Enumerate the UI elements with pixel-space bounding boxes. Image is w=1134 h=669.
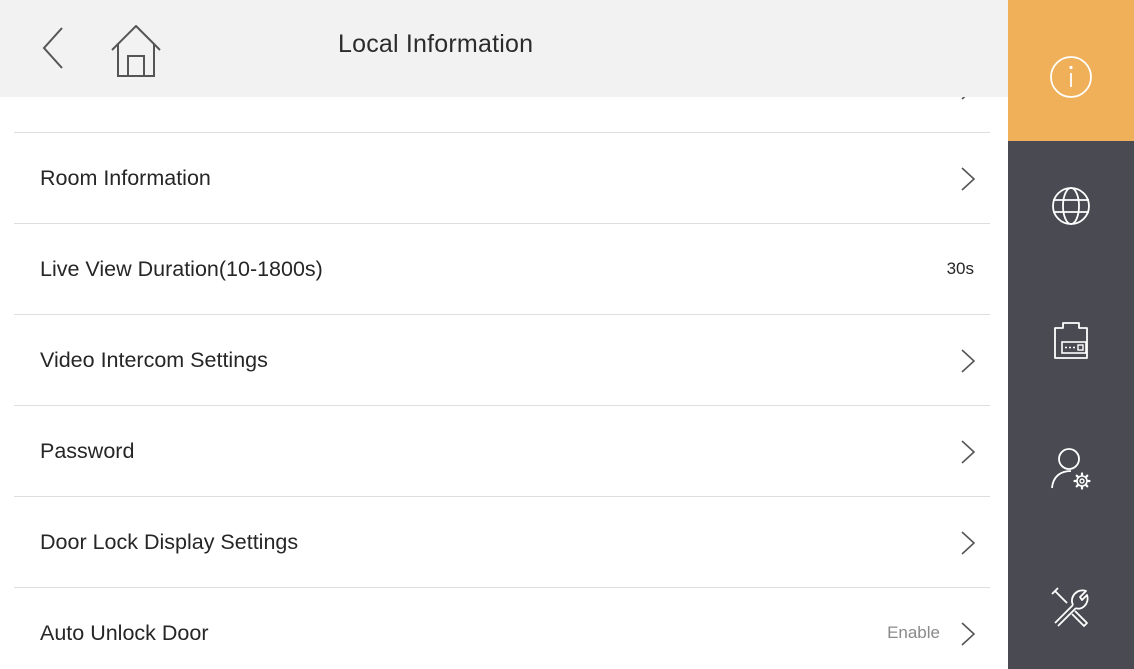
home-button[interactable] bbox=[106, 18, 166, 82]
chevron-right-icon bbox=[961, 622, 976, 646]
list-item-password[interactable]: Password bbox=[14, 406, 990, 497]
sidebar-item-network[interactable] bbox=[1008, 141, 1134, 271]
sidebar-item-device[interactable] bbox=[1008, 271, 1134, 401]
device-icon bbox=[1054, 322, 1088, 359]
back-chevron-icon bbox=[42, 27, 63, 69]
list-item-label: Live View Duration(10-1800s) bbox=[40, 257, 323, 281]
info-icon bbox=[1050, 56, 1092, 98]
chevron-right-icon bbox=[961, 349, 976, 373]
chevron-right-icon bbox=[961, 531, 976, 555]
header-bar: Local Information bbox=[0, 0, 1008, 97]
list-item-auto-unlock-door[interactable]: Auto Unlock Door Enable bbox=[14, 588, 990, 669]
sidebar-item-maintenance[interactable] bbox=[1008, 531, 1134, 669]
home-icon bbox=[111, 25, 161, 77]
list-item-label: Auto Unlock Door bbox=[40, 621, 209, 645]
list-item-room-information[interactable]: Room Information bbox=[14, 133, 990, 224]
user-settings-icon bbox=[1051, 448, 1091, 490]
back-button[interactable] bbox=[34, 22, 80, 74]
main-content: Room Information Live View Duration(10-1… bbox=[0, 0, 1008, 669]
list-item-label: Video Intercom Settings bbox=[40, 348, 268, 372]
globe-icon bbox=[1052, 187, 1090, 225]
sidebar-item-user-settings[interactable] bbox=[1008, 401, 1134, 531]
live-view-duration-value: 30s bbox=[946, 259, 974, 278]
app-window: Room Information Live View Duration(10-1… bbox=[0, 0, 1134, 669]
tools-icon bbox=[1051, 587, 1089, 627]
auto-unlock-door-value: Enable bbox=[887, 623, 940, 642]
chevron-right-icon bbox=[961, 167, 976, 191]
settings-list[interactable]: Room Information Live View Duration(10-1… bbox=[0, 42, 1008, 669]
sidebar bbox=[1008, 0, 1134, 669]
list-item-live-view-duration[interactable]: Live View Duration(10-1800s) 30s bbox=[14, 224, 990, 315]
list-item-video-intercom-settings[interactable]: Video Intercom Settings bbox=[14, 315, 990, 406]
list-item-label: Room Information bbox=[40, 166, 211, 190]
list-item-door-lock-display-settings[interactable]: Door Lock Display Settings bbox=[14, 497, 990, 588]
sidebar-item-local-information[interactable] bbox=[1008, 0, 1134, 141]
chevron-right-icon bbox=[961, 440, 976, 464]
page-title: Local Information bbox=[338, 30, 534, 58]
list-item-label: Door Lock Display Settings bbox=[40, 530, 299, 554]
list-item-label: Password bbox=[40, 439, 135, 463]
